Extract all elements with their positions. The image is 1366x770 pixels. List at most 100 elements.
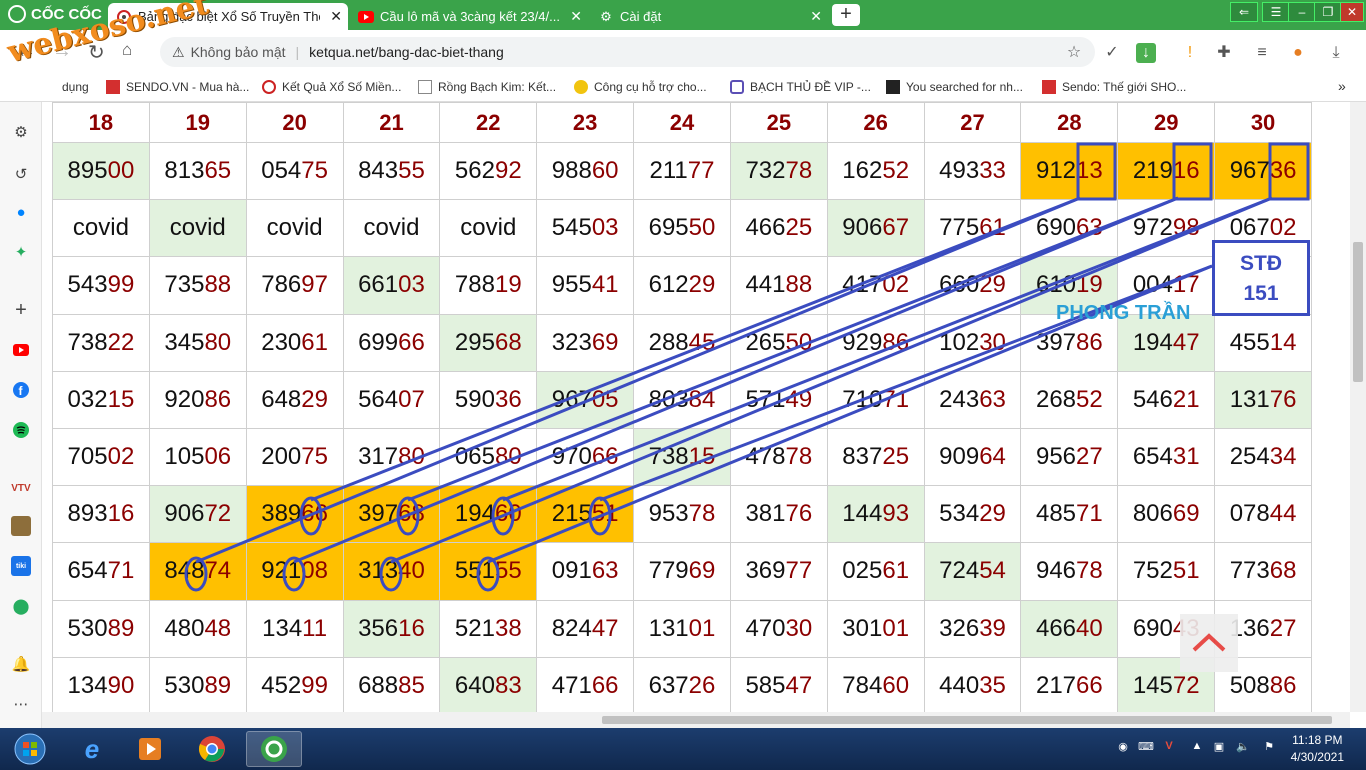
more-options-icon[interactable]: ⋯ bbox=[11, 694, 31, 714]
result-cell: 45514 bbox=[1214, 313, 1312, 372]
number-head: 988 bbox=[551, 157, 592, 185]
bookmark-apps[interactable]: dụng bbox=[62, 80, 89, 94]
chrome-taskbar-button[interactable] bbox=[184, 731, 240, 767]
taskbar-clock[interactable]: 11:18 PM 4/30/2021 bbox=[1291, 732, 1344, 766]
number-tail: 02 bbox=[107, 443, 135, 471]
close-window-button[interactable]: ✕ bbox=[1340, 2, 1364, 22]
close-tab-icon[interactable]: ✕ bbox=[330, 8, 342, 25]
result-cell: 07844 bbox=[1214, 485, 1312, 544]
history-icon[interactable]: ↺ bbox=[11, 164, 31, 184]
number-tail: 69 bbox=[591, 328, 619, 356]
new-tab-button[interactable]: + bbox=[832, 4, 860, 26]
coccoc-logo-icon bbox=[8, 5, 26, 23]
number-tail: 60 bbox=[591, 157, 619, 185]
unikey-tray-icon[interactable]: V bbox=[1162, 740, 1176, 754]
downloads-icon[interactable]: ⤓ bbox=[1326, 43, 1346, 63]
playlist-icon[interactable]: ≡ bbox=[1252, 43, 1272, 63]
number-head: 508 bbox=[1229, 671, 1270, 699]
bookmark-bachthu[interactable]: BẠCH THỦ ĐỀ VIP -... bbox=[730, 80, 871, 94]
show-hidden-icons[interactable]: ▲ bbox=[1190, 740, 1204, 754]
result-cell: 19447 bbox=[1117, 313, 1216, 372]
messenger-icon[interactable]: ● bbox=[11, 202, 31, 222]
bookmark-sendo[interactable]: SENDO.VN - Mua hà... bbox=[106, 80, 249, 94]
number-head: 194 bbox=[1132, 328, 1173, 356]
coccoc-green-icon[interactable]: ⬤ bbox=[11, 596, 31, 616]
result-cell: 36977 bbox=[729, 542, 828, 601]
result-cell: 59036 bbox=[439, 370, 538, 429]
bookmark-congcu[interactable]: Công cụ hỗ trợ cho... bbox=[574, 80, 707, 94]
bookmark-search[interactable]: You searched for nh... bbox=[886, 80, 1023, 94]
spotify-icon[interactable] bbox=[11, 420, 31, 440]
result-cell: 80384 bbox=[633, 370, 731, 429]
number-tail: 77 bbox=[785, 557, 813, 585]
bookmarks-more-button[interactable]: » bbox=[1338, 78, 1346, 94]
add-panel-icon[interactable]: + bbox=[11, 299, 31, 321]
bookmark-ketqua[interactable]: Kết Quả Xổ Số Miền... bbox=[262, 80, 401, 94]
day-header-25: 25 bbox=[729, 102, 828, 143]
media-player-taskbar-button[interactable] bbox=[122, 731, 178, 767]
tab-bang-dac-biet[interactable]: Bảng đặc biệt Xổ Số Truyền Thống ✕ bbox=[108, 3, 348, 30]
puzzle-icon[interactable]: ✚ bbox=[1214, 43, 1234, 63]
zalo-tray-icon[interactable]: ◉ bbox=[1116, 740, 1130, 754]
youtube-sidebar-icon[interactable] bbox=[11, 340, 31, 360]
scroll-to-top-button[interactable] bbox=[1180, 614, 1238, 672]
number-tail: 47 bbox=[591, 614, 619, 642]
start-button[interactable] bbox=[2, 731, 58, 767]
sendo-favicon-icon bbox=[1042, 80, 1056, 94]
result-cell: 94678 bbox=[1020, 542, 1119, 601]
profile-avatar-icon[interactable]: ● bbox=[1288, 43, 1308, 63]
horizontal-scrollbar[interactable] bbox=[42, 712, 1350, 728]
number-head: 637 bbox=[648, 671, 689, 699]
result-cell: 05475 bbox=[245, 141, 344, 201]
horizontal-scroll-thumb[interactable] bbox=[602, 716, 1332, 724]
number-tail: 90 bbox=[107, 671, 135, 699]
bookmark-rongbachkim[interactable]: Rồng Bạch Kim: Kết... bbox=[418, 80, 556, 94]
menu-icon[interactable]: ☰ bbox=[1262, 2, 1290, 22]
number-head: 773 bbox=[1229, 557, 1270, 585]
keyboard-tray-icon[interactable]: ⌨ bbox=[1138, 740, 1154, 754]
tab-cau-lo-ma[interactable]: Cầu lô mã và 3càng kết 23/4/... ✕ bbox=[350, 3, 588, 30]
tiki-icon[interactable]: tiki bbox=[11, 556, 31, 576]
forward-icon[interactable]: → bbox=[52, 40, 72, 63]
result-cell: 68885 bbox=[342, 656, 441, 712]
notification-bell-icon[interactable]: 🔔 bbox=[11, 654, 31, 674]
number-head: 131 bbox=[648, 614, 689, 642]
coccoc-taskbar-button[interactable] bbox=[246, 731, 302, 767]
close-tab-icon[interactable]: ✕ bbox=[810, 8, 822, 25]
number-head: 254 bbox=[1229, 443, 1270, 471]
game-app-icon[interactable] bbox=[11, 516, 31, 536]
star-icon[interactable]: ☆ bbox=[1064, 43, 1084, 63]
number-tail: 98 bbox=[1172, 214, 1200, 242]
volume-tray-icon[interactable]: 🔈 bbox=[1236, 740, 1250, 754]
browser-brand[interactable]: CỐC CỐC bbox=[8, 5, 102, 23]
network-tray-icon[interactable]: ▣ bbox=[1212, 740, 1226, 754]
vertical-scrollbar[interactable] bbox=[1350, 102, 1366, 712]
result-cell: 55155 bbox=[439, 542, 538, 601]
alert-icon[interactable]: ! bbox=[1180, 43, 1200, 63]
action-center-icon[interactable]: ⚑ bbox=[1262, 740, 1276, 754]
close-tab-icon[interactable]: ✕ bbox=[570, 8, 582, 25]
vertical-scroll-thumb[interactable] bbox=[1353, 242, 1363, 382]
minimize-button[interactable]: – bbox=[1288, 2, 1316, 22]
number-head: 955 bbox=[551, 271, 592, 299]
number-head: 323 bbox=[551, 328, 592, 356]
result-cell: 95378 bbox=[633, 485, 731, 544]
download-extension-icon[interactable]: ↓ bbox=[1136, 43, 1156, 63]
back-arrow-icon[interactable]: ⇐ bbox=[1230, 2, 1258, 22]
bookmark-sendo-shop[interactable]: Sendo: Thế giới SHO... bbox=[1042, 80, 1186, 94]
vtv-icon[interactable]: VTV bbox=[11, 478, 31, 498]
number-tail: 29 bbox=[688, 271, 716, 299]
settings-gear-icon[interactable]: ⚙ bbox=[11, 122, 31, 142]
url-input[interactable]: ⚠ Không bảo mật | ketqua.net/bang-dac-bi… bbox=[160, 37, 1095, 67]
home-icon[interactable]: ⌂ bbox=[122, 40, 132, 60]
reload-icon[interactable]: ↻ bbox=[88, 40, 105, 65]
tab-settings[interactable]: ⚙ Cài đặt ✕ bbox=[590, 3, 828, 30]
extension-check-icon[interactable]: ✓ bbox=[1102, 43, 1122, 63]
gamepad-icon[interactable]: ✦ bbox=[11, 242, 31, 262]
maximize-button[interactable]: ❐ bbox=[1314, 2, 1342, 22]
back-icon[interactable]: ← bbox=[16, 40, 36, 63]
ie-taskbar-button[interactable]: e bbox=[64, 731, 120, 767]
number-head: 417 bbox=[842, 271, 883, 299]
result-cell: 46625 bbox=[729, 199, 828, 258]
facebook-icon[interactable]: f bbox=[11, 380, 31, 400]
